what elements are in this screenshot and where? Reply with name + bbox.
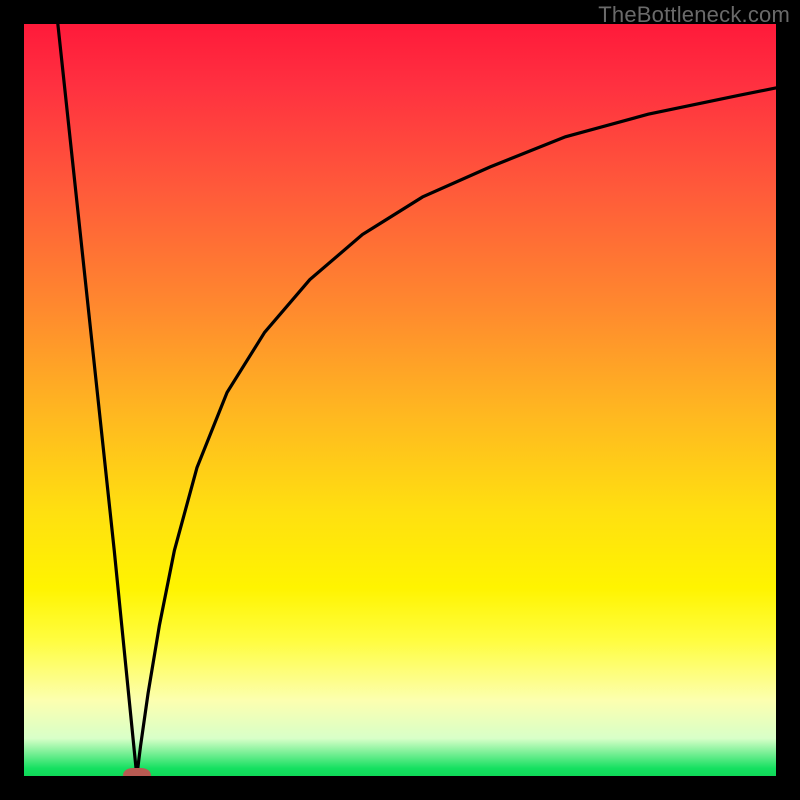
watermark-text: TheBottleneck.com [598,2,790,28]
minimum-marker [123,768,151,776]
chart-frame: TheBottleneck.com [0,0,800,800]
curve-left-branch [58,24,137,776]
curve-layer [24,24,776,776]
plot-area [24,24,776,776]
curve-right-branch [137,88,776,776]
